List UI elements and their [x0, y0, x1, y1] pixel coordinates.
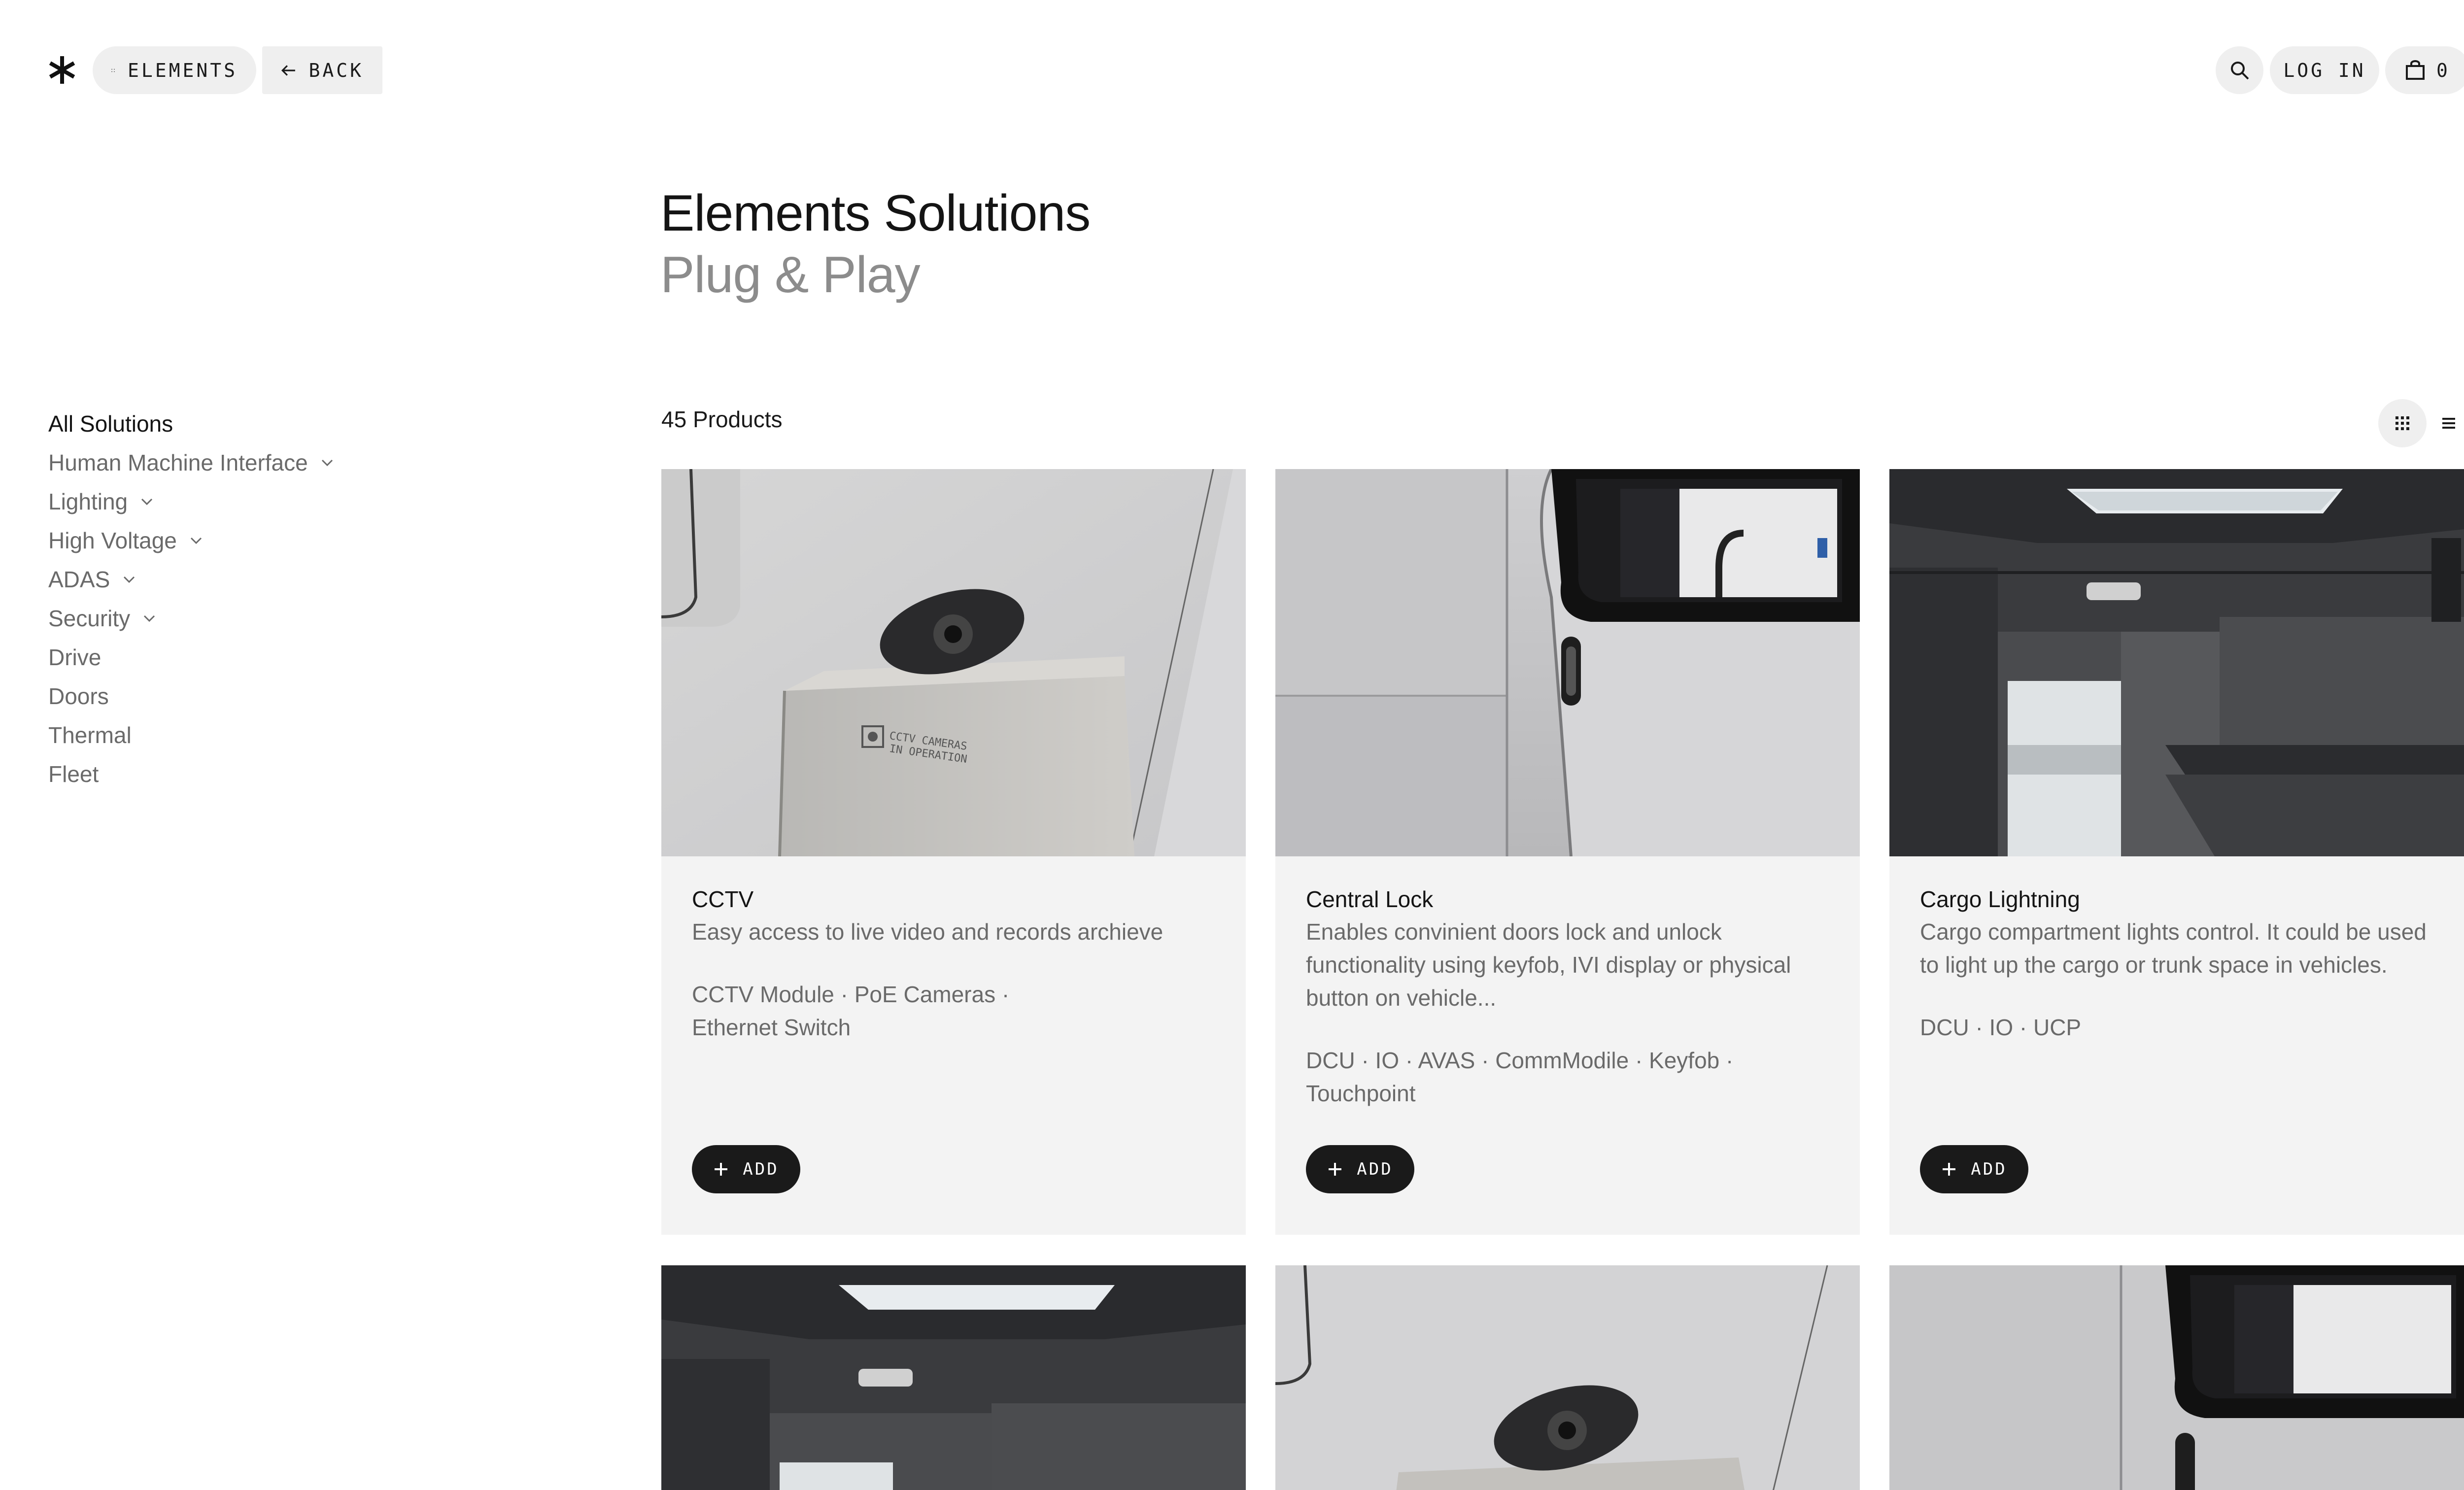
sidebar-item-thermal[interactable]: Thermal: [48, 715, 492, 754]
product-description: Cargo compartment lights control. It cou…: [1920, 919, 2427, 978]
chevron-down-icon: [141, 498, 153, 505]
product-title: CCTV: [692, 886, 754, 912]
product-tags-line: Touchpoint: [1306, 1081, 1416, 1106]
product-tags-line: DCU · IO · AVAS · CommModile · Keyfob ·: [1306, 1048, 1734, 1073]
add-to-cart-button[interactable]: ADD: [1306, 1145, 1414, 1193]
sidebar-item-label: Drive: [48, 644, 102, 670]
van-door-photo-image: [1275, 469, 1860, 856]
back-label: BACK: [308, 59, 364, 81]
search-button[interactable]: [2216, 46, 2263, 94]
product-tags: DCU · IO · AVAS · CommModile · Keyfob · …: [1306, 1044, 1829, 1110]
cargo-interior-photo-image: [1889, 469, 2464, 856]
sidebar-item-label: Security: [48, 605, 131, 631]
product-tags-line: CCTV Module · PoE Cameras ·: [692, 982, 1010, 1007]
shopping-bag-icon: [2406, 60, 2425, 80]
grid-icon: [2396, 416, 2409, 430]
product-card-central-lock[interactable]: Central Lock Enables convinient doors lo…: [1275, 469, 1860, 1235]
top-bar: ELEMENTS BACK LOG IN 0: [0, 0, 2464, 143]
plus-icon: [715, 1163, 728, 1176]
sidebar-item-label: Fleet: [48, 761, 99, 787]
plus-icon: [1943, 1163, 1956, 1176]
category-sidebar: All Solutions Human Machine Interface Li…: [48, 404, 492, 793]
sidebar-item-label: Lighting: [48, 488, 128, 514]
cart-button[interactable]: 0: [2385, 46, 2464, 94]
sidebar-item-label: High Voltage: [48, 527, 177, 553]
product-image: [1889, 469, 2464, 856]
van-door-photo-image: [1889, 1265, 2464, 1490]
add-label: ADD: [1357, 1159, 1393, 1179]
add-label: ADD: [1971, 1159, 2007, 1179]
product-description: Easy access to live video and records ar…: [692, 919, 1164, 945]
add-to-cart-button[interactable]: ADD: [692, 1145, 800, 1193]
product-tags: DCU · IO · UCP: [1920, 1011, 2443, 1044]
back-button[interactable]: BACK: [262, 46, 382, 94]
product-card-partial[interactable]: [1889, 1265, 2464, 1490]
elements-label: ELEMENTS: [127, 59, 238, 81]
product-tags-line: DCU · IO · UCP: [1920, 1015, 2082, 1040]
product-card-partial[interactable]: [1275, 1265, 1860, 1490]
chevron-down-icon: [124, 576, 135, 583]
cctv-camera-photo-image: CCTV CAMERAS IN OPERATION: [661, 469, 1246, 856]
sidebar-item-fleet[interactable]: Fleet: [48, 754, 492, 793]
sidebar-item-drive[interactable]: Drive: [48, 638, 492, 677]
sidebar-item-label: ADAS: [48, 566, 110, 592]
sidebar-item-human-machine-interface[interactable]: Human Machine Interface: [48, 443, 492, 482]
product-tags: CCTV Module · PoE Cameras · Ethernet Swi…: [692, 978, 1215, 1044]
product-image: CCTV CAMERAS IN OPERATION: [661, 469, 1246, 856]
sidebar-item-adas[interactable]: ADAS: [48, 560, 492, 599]
search-icon: [2230, 61, 2249, 79]
chevron-down-icon: [144, 615, 155, 622]
product-details: CCTV Easy access to live video and recor…: [692, 863, 1215, 1044]
elements-menu-button[interactable]: ELEMENTS: [93, 46, 256, 94]
product-details: Central Lock Enables convinient doors lo…: [1306, 863, 1829, 1110]
sidebar-item-high-voltage[interactable]: High Voltage: [48, 521, 492, 560]
sidebar-item-label: All Solutions: [48, 410, 173, 437]
sidebar-item-label: Doors: [48, 683, 109, 709]
asterisk-logo-icon[interactable]: [47, 55, 77, 85]
page-subtitle: Plug & Play: [660, 246, 921, 304]
login-button[interactable]: LOG IN: [2270, 46, 2379, 94]
chevron-down-icon: [190, 537, 202, 544]
sidebar-item-lighting[interactable]: Lighting: [48, 482, 492, 521]
sidebar-item-label: Human Machine Interface: [48, 449, 308, 475]
product-tags-line: Ethernet Switch: [692, 1015, 851, 1040]
add-to-cart-button[interactable]: ADD: [1920, 1145, 2028, 1193]
sidebar-item-doors[interactable]: Doors: [48, 677, 492, 715]
cctv-camera-photo-image: [1275, 1265, 1860, 1490]
list-icon: [2442, 418, 2455, 429]
arrow-left-icon: [281, 65, 295, 76]
product-title: Cargo Lightning: [1920, 886, 2080, 912]
sidebar-item-all-solutions[interactable]: All Solutions: [48, 404, 492, 443]
product-title: Central Lock: [1306, 886, 1434, 912]
product-card-cargo-lightning[interactable]: Cargo Lightning Cargo compartment lights…: [1889, 469, 2464, 1235]
product-count: 45 Products: [661, 406, 783, 432]
dots-grid-icon: [111, 68, 115, 72]
sidebar-item-label: Thermal: [48, 722, 132, 748]
sidebar-item-security[interactable]: Security: [48, 599, 492, 638]
product-description: Enables convinient doors lock and unlock…: [1306, 919, 1791, 1011]
product-image: [1275, 469, 1860, 856]
login-label: LOG IN: [2283, 59, 2366, 81]
product-card-partial[interactable]: [661, 1265, 1246, 1490]
product-details: Cargo Lightning Cargo compartment lights…: [1920, 863, 2443, 1044]
add-label: ADD: [743, 1159, 779, 1179]
cart-count: 0: [2436, 59, 2450, 81]
grid-view-toggle[interactable]: [2378, 399, 2427, 447]
product-card-cctv[interactable]: CCTV CAMERAS IN OPERATION CCTV Easy acce…: [661, 469, 1246, 1235]
page-title: Elements Solutions: [660, 185, 1091, 242]
chevron-down-icon: [321, 459, 333, 466]
list-view-toggle[interactable]: [2428, 399, 2464, 447]
cargo-interior-photo-image: [661, 1265, 1246, 1490]
plus-icon: [1329, 1163, 1342, 1176]
page-heading: Elements Solutions Plug & Play: [660, 181, 1091, 305]
